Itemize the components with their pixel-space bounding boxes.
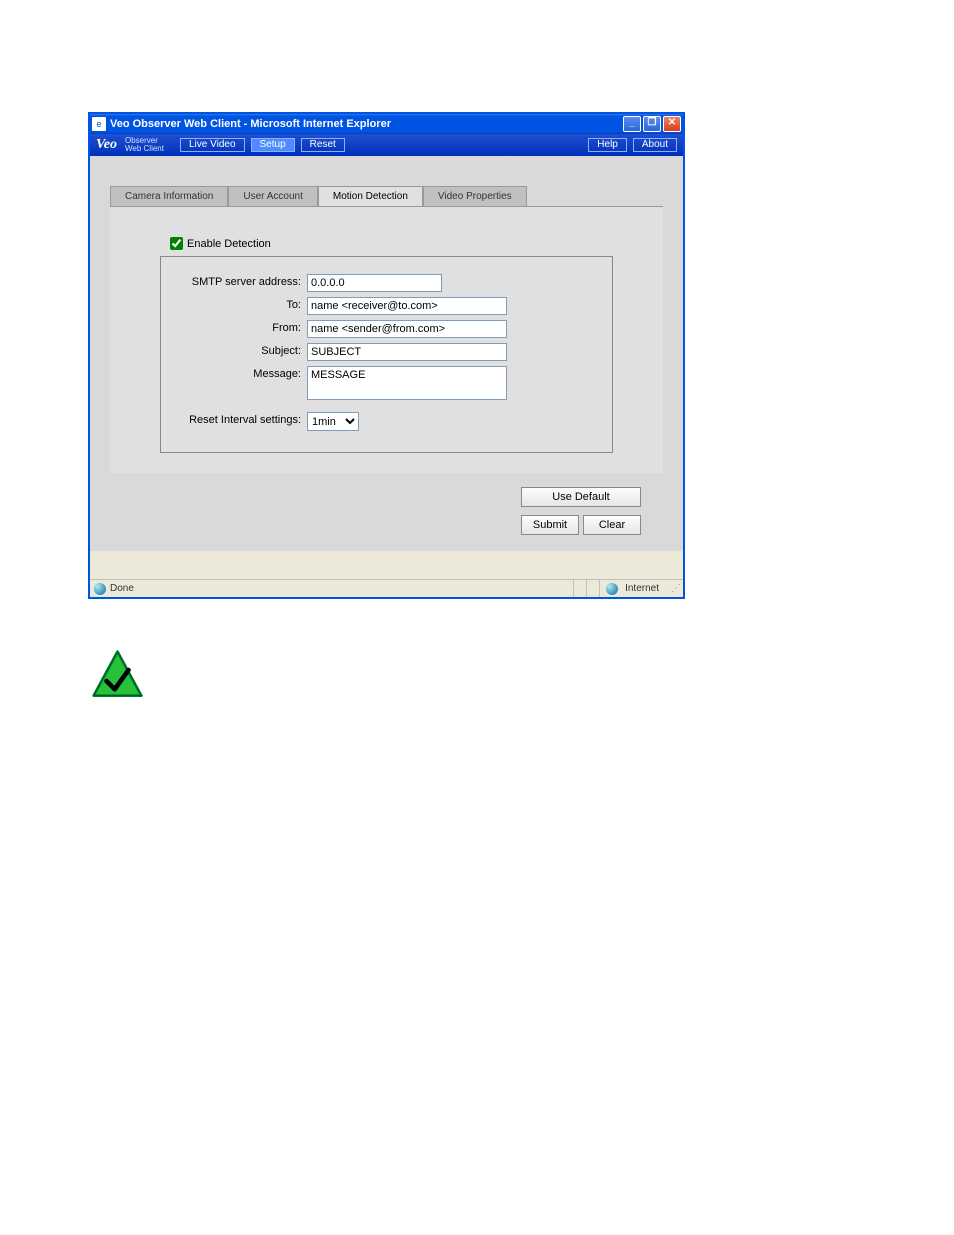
setup-button[interactable]: Setup bbox=[251, 138, 295, 152]
checkmark-triangle-icon bbox=[90, 648, 145, 703]
help-button[interactable]: Help bbox=[588, 138, 627, 152]
internet-zone-icon bbox=[606, 583, 618, 595]
action-buttons: Use Default Submit Clear bbox=[110, 473, 663, 541]
live-video-button[interactable]: Live Video bbox=[180, 138, 245, 152]
content-area: Camera Information User Account Motion D… bbox=[90, 156, 683, 551]
maximize-button[interactable]: ❐ bbox=[643, 116, 661, 132]
subject-input[interactable] bbox=[307, 343, 507, 361]
to-label: To: bbox=[177, 297, 307, 311]
titlebar: e Veo Observer Web Client - Microsoft In… bbox=[90, 114, 683, 134]
veo-logo: Veo bbox=[96, 137, 117, 153]
to-input[interactable] bbox=[307, 297, 507, 315]
status-empty-1 bbox=[573, 580, 586, 597]
status-zone: Internet bbox=[599, 580, 665, 597]
tab-video-properties[interactable]: Video Properties bbox=[423, 186, 527, 206]
submit-button[interactable]: Submit bbox=[521, 515, 579, 535]
window-controls: _ ❐ ✕ bbox=[623, 116, 681, 132]
tab-user-account[interactable]: User Account bbox=[228, 186, 317, 206]
statusbar: Done Internet ⋰ bbox=[90, 579, 683, 597]
status-empty-2 bbox=[586, 580, 599, 597]
reset-interval-label: Reset Interval settings: bbox=[177, 412, 307, 426]
enable-detection-label: Enable Detection bbox=[187, 238, 271, 250]
message-label: Message: bbox=[177, 366, 307, 380]
tab-camera-information[interactable]: Camera Information bbox=[110, 186, 228, 206]
enable-detection-row: Enable Detection bbox=[170, 237, 613, 250]
message-textarea[interactable] bbox=[307, 366, 507, 400]
from-input[interactable] bbox=[307, 320, 507, 338]
close-button[interactable]: ✕ bbox=[663, 116, 681, 132]
app-topbar: Veo Observer Web Client Live Video Setup… bbox=[90, 134, 683, 156]
from-label: From: bbox=[177, 320, 307, 334]
veo-logo-sub: Observer Web Client bbox=[125, 137, 174, 153]
reset-interval-select[interactable]: 1min bbox=[307, 412, 359, 431]
subject-label: Subject: bbox=[177, 343, 307, 357]
reset-button[interactable]: Reset bbox=[301, 138, 345, 152]
smtp-input[interactable] bbox=[307, 274, 442, 292]
clear-button[interactable]: Clear bbox=[583, 515, 641, 535]
tabstrip: Camera Information User Account Motion D… bbox=[110, 186, 663, 207]
done-icon bbox=[94, 583, 106, 595]
motion-detection-panel: Enable Detection SMTP server address: To… bbox=[110, 207, 663, 473]
use-default-button[interactable]: Use Default bbox=[521, 487, 641, 507]
browser-window: e Veo Observer Web Client - Microsoft In… bbox=[88, 112, 685, 599]
settings-fieldset: SMTP server address: To: From: Subject: … bbox=[160, 256, 613, 453]
smtp-label: SMTP server address: bbox=[177, 274, 307, 288]
tab-motion-detection[interactable]: Motion Detection bbox=[318, 186, 423, 206]
enable-detection-checkbox[interactable] bbox=[170, 237, 183, 250]
window-title: Veo Observer Web Client - Microsoft Inte… bbox=[110, 118, 623, 130]
ie-icon: e bbox=[92, 117, 106, 131]
status-done: Done bbox=[110, 583, 134, 594]
minimize-button[interactable]: _ bbox=[623, 116, 641, 132]
about-button[interactable]: About bbox=[633, 138, 677, 152]
resize-grip-icon[interactable]: ⋰ bbox=[665, 583, 679, 594]
